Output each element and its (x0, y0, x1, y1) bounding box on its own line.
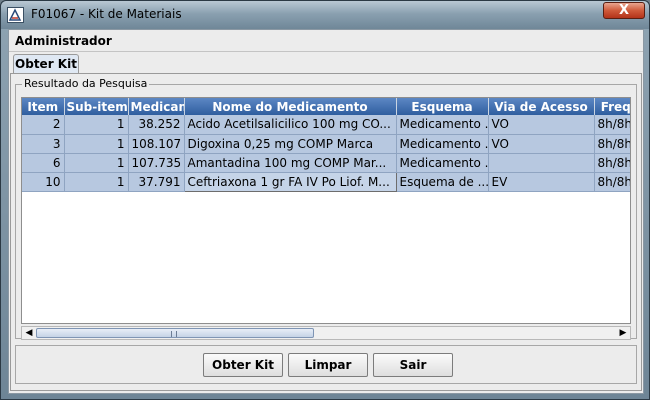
table-cell[interactable]: Digoxina 0,25 mg COMP Marca (184, 134, 397, 154)
column-header[interactable]: Via de Acesso (488, 98, 595, 115)
sair-button[interactable]: Sair (373, 353, 453, 377)
table-cell[interactable]: 1 (64, 115, 129, 135)
column-header[interactable]: Frequência (594, 98, 630, 115)
table-cell[interactable]: 3 (22, 134, 65, 154)
table-cell[interactable]: 8h/8h (594, 134, 630, 154)
user-label: Administrador (15, 34, 112, 48)
table-cell[interactable]: 8h/8h (594, 153, 630, 173)
table-cell[interactable]: 6 (22, 153, 65, 173)
client-area: Administrador Obter Kit Resultado da Pes… (8, 29, 644, 394)
obter-kit-button[interactable]: Obter Kit (203, 353, 283, 377)
table-cell[interactable]: Esquema de ... (396, 172, 489, 192)
horizontal-scrollbar[interactable]: ◀ ▶ (21, 326, 631, 340)
table-header-row: ItemSub-itemMedicamentoNome do Medicamen… (22, 98, 630, 115)
table-cell[interactable]: 38.252 (128, 115, 185, 135)
results-table-container[interactable]: ItemSub-itemMedicamentoNome do Medicamen… (21, 97, 631, 324)
table-cell[interactable]: 107.735 (128, 153, 185, 173)
column-header[interactable]: Nome do Medicamento (184, 98, 397, 115)
table-row[interactable]: 2 1 38.252 Acido Acetilsalicilico 100 mg CO… (22, 115, 630, 135)
header-divider (9, 51, 643, 52)
table-cell[interactable]: 1 (64, 153, 129, 173)
table-cell[interactable]: Acido Acetilsalicilico 100 mg CO... (184, 115, 397, 135)
table-cell[interactable]: Ceftriaxona 1 gr FA IV Po Liof. M... (183, 171, 397, 192)
table-cell[interactable]: 8h/8h (594, 115, 630, 135)
table-cell[interactable]: Medicamento ... (396, 115, 489, 135)
column-header[interactable]: Esquema (396, 98, 489, 115)
table-cell[interactable]: Medicamento ... (396, 134, 489, 154)
table-cell[interactable]: 10 (22, 172, 65, 192)
button-bar: Obter Kit Limpar Sair (15, 345, 637, 384)
table-cell[interactable]: VO (488, 115, 595, 135)
table-row[interactable]: 3 1 108.107 Digoxina 0,25 mg COMP Marca Medi… (22, 134, 630, 154)
table-cell[interactable]: Medicamento ... (396, 153, 489, 173)
table-cell[interactable]: 1 (64, 134, 129, 154)
tab-panel: Resultado da Pesquisa Item Sub-item Medica… (10, 73, 642, 391)
results-group-title: Resultado da Pesquisa (22, 77, 150, 90)
table-cell[interactable]: 8h/8h (594, 172, 630, 192)
table-cell[interactable]: 37.791 (128, 172, 185, 192)
title-bar[interactable]: F01067 - Kit de Materiais X (1, 1, 649, 29)
results-table[interactable]: ItemSub-itemMedicamentoNome do Medicamen… (22, 98, 630, 192)
table-cell[interactable]: Amantadina 100 mg COMP Mar... (184, 153, 397, 173)
scroll-right-arrow-icon[interactable]: ▶ (617, 327, 629, 339)
tab-obter-kit[interactable]: Obter Kit (13, 54, 79, 74)
limpar-button[interactable]: Limpar (288, 353, 368, 377)
scroll-grip-icon (171, 331, 177, 337)
table-cell[interactable]: 108.107 (128, 134, 185, 154)
app-window: F01067 - Kit de Materiais X Administrado… (0, 0, 650, 400)
java-app-icon (7, 7, 24, 23)
table-cell[interactable]: 2 (22, 115, 65, 135)
table-cell[interactable]: VO (488, 134, 595, 154)
close-button[interactable]: X (603, 2, 645, 19)
table-cell[interactable]: EV (488, 172, 595, 192)
window-title: F01067 - Kit de Materiais (31, 7, 182, 21)
table-cell[interactable] (488, 153, 595, 173)
results-groupbox: Resultado da Pesquisa Item Sub-item Medica… (15, 77, 637, 340)
table-row[interactable]: 10 1 37.791 Ceftriaxona 1 gr FA IV Po Liof.… (22, 171, 630, 192)
column-header[interactable]: Medicamento (128, 98, 185, 115)
scroll-thumb[interactable] (36, 328, 314, 338)
scroll-left-arrow-icon[interactable]: ◀ (23, 327, 35, 339)
table-row[interactable]: 6 1 107.735 Amantadina 100 mg COMP Mar... Me… (22, 153, 630, 173)
column-header[interactable]: Item (22, 98, 65, 115)
table-cell[interactable]: 1 (64, 172, 129, 192)
column-header[interactable]: Sub-item (64, 98, 129, 115)
